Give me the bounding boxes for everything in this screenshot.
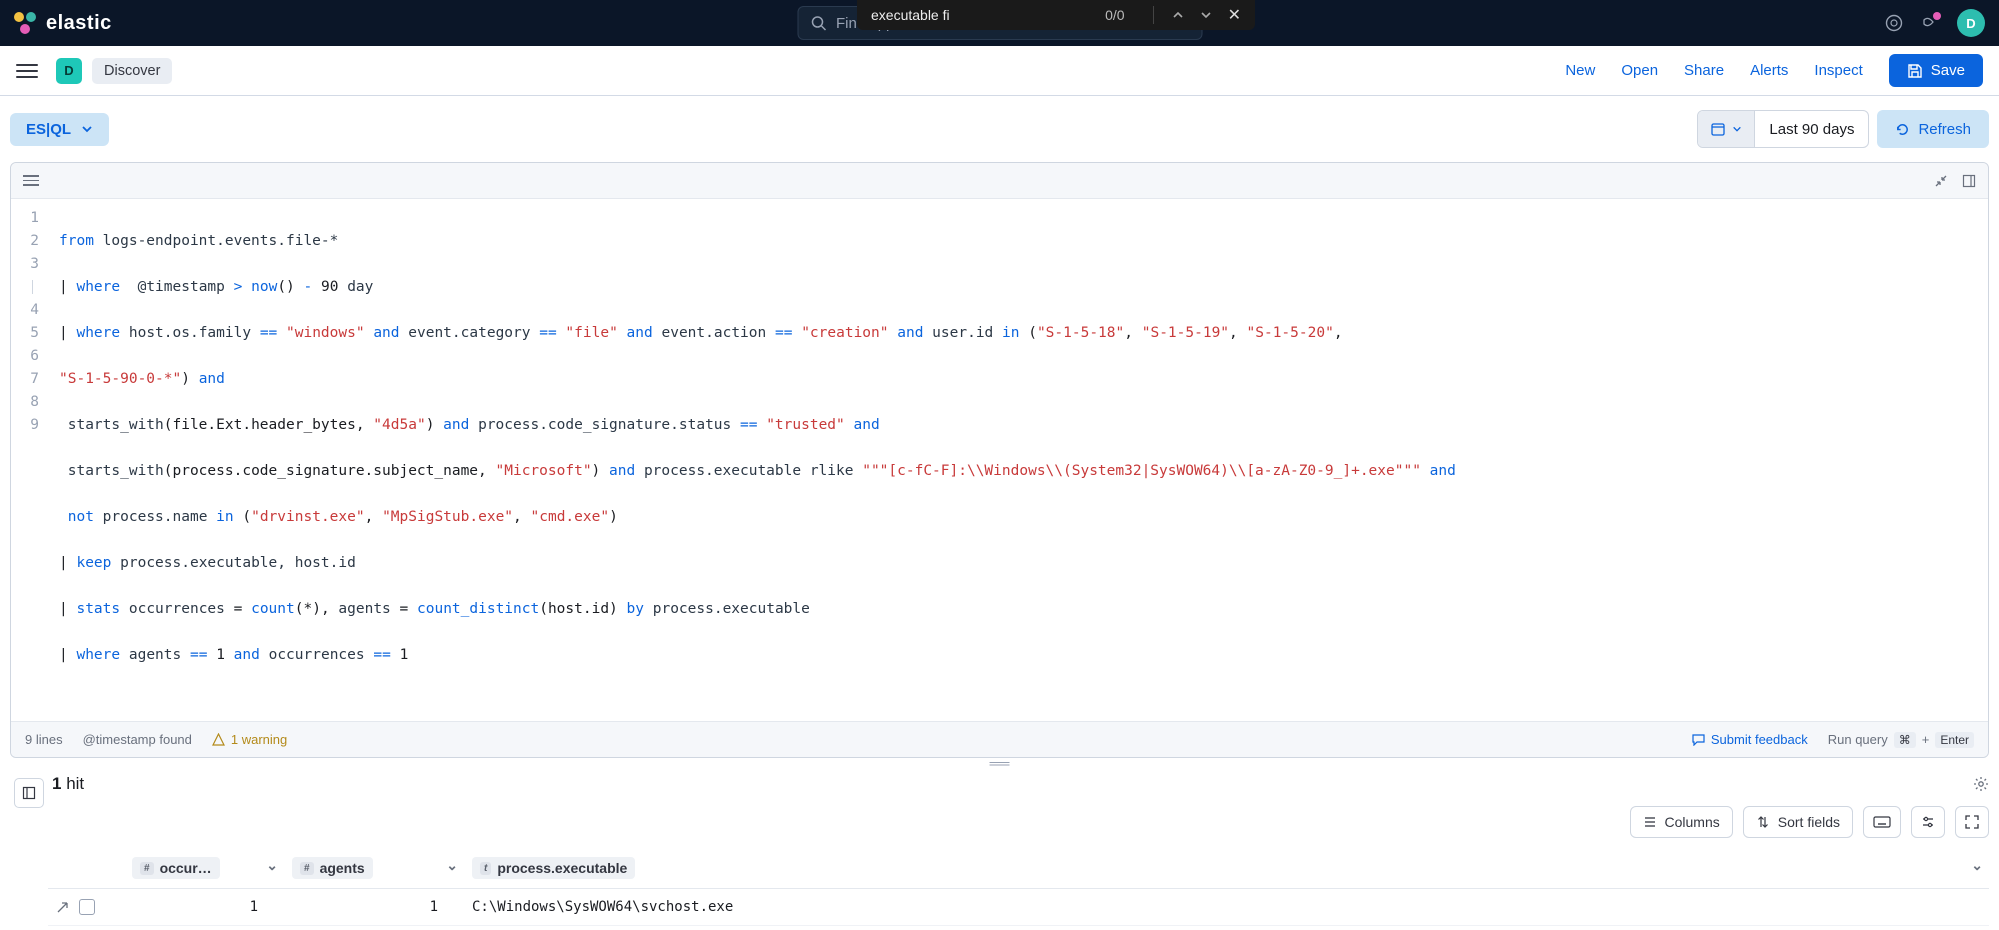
- th-process-executable[interactable]: tprocess.executable ⌄: [464, 848, 1989, 889]
- code-area[interactable]: 1 2 3 4 5 6 7 8 9 from logs-endpoint.eve…: [11, 199, 1988, 721]
- kbd-cmd: ⌘: [1894, 732, 1916, 748]
- sort-button[interactable]: Sort fields: [1743, 806, 1853, 838]
- expand-row-icon[interactable]: [56, 901, 69, 914]
- hits-row: 1 hit: [52, 774, 1989, 794]
- language-select[interactable]: ES|QL: [10, 113, 109, 146]
- breadcrumb[interactable]: Discover: [92, 58, 172, 84]
- density-button[interactable]: [1863, 806, 1901, 838]
- refresh-label: Refresh: [1918, 121, 1971, 138]
- inspect-link[interactable]: Inspect: [1814, 62, 1862, 79]
- line-gutter: 1 2 3 4 5 6 7 8 9: [11, 199, 49, 721]
- table-row[interactable]: 1 1 C:\Windows\SysWOW64\svchost.exe: [48, 889, 1989, 926]
- find-count: 0/0: [1105, 7, 1124, 23]
- editor-topbar: [11, 163, 1988, 199]
- warning-icon: [212, 733, 225, 746]
- save-label: Save: [1931, 62, 1965, 79]
- list-icon: [1643, 815, 1657, 829]
- find-next-icon[interactable]: [1200, 9, 1212, 21]
- header-right: D: [1885, 9, 1985, 37]
- find-input[interactable]: executable fi: [871, 7, 1105, 23]
- find-divider: [1153, 6, 1154, 24]
- open-link[interactable]: Open: [1621, 62, 1658, 79]
- alerts-link[interactable]: Alerts: [1750, 62, 1788, 79]
- query-editor: 1 2 3 4 5 6 7 8 9 from logs-endpoint.eve…: [10, 162, 1989, 758]
- language-label: ES|QL: [26, 121, 71, 138]
- cell-agents: 1: [284, 889, 464, 926]
- announce-icon[interactable]: [1921, 14, 1939, 32]
- row-checkbox[interactable]: [79, 899, 95, 915]
- sort-icon: [1756, 815, 1770, 829]
- results-table: #occur… ⌄ #agents ⌄ tprocess.executable …: [48, 848, 1989, 926]
- refresh-button[interactable]: Refresh: [1877, 110, 1989, 148]
- fullscreen-icon: [1965, 815, 1979, 829]
- brand-logo[interactable]: elastic: [14, 12, 112, 35]
- user-avatar[interactable]: D: [1957, 9, 1985, 37]
- brand-text: elastic: [46, 12, 112, 35]
- timestamp-status: @timestamp found: [83, 732, 192, 747]
- chevron-down-icon: [81, 123, 93, 135]
- editor-topbar-right: [1934, 174, 1976, 188]
- cell-occurrences: 1: [124, 889, 284, 926]
- chevron-down-icon[interactable]: ⌄: [446, 857, 458, 874]
- fullscreen-button[interactable]: [1955, 806, 1989, 838]
- th-occurrences[interactable]: #occur… ⌄: [124, 848, 284, 889]
- settings-icon[interactable]: [1973, 776, 1989, 792]
- subheader-actions: New Open Share Alerts Inspect Save: [1565, 54, 1983, 87]
- results-main: 1 hit Columns Sort fields: [48, 770, 1989, 926]
- toolbar-right: Last 90 days Refresh: [1697, 110, 1989, 148]
- chevron-down-icon[interactable]: ⌄: [266, 857, 278, 874]
- kbd-enter: Enter: [1935, 732, 1974, 748]
- notification-dot: [1933, 12, 1941, 20]
- browser-find-bar: executable fi 0/0 ✕: [857, 0, 1255, 30]
- chevron-down-icon: [1732, 124, 1742, 134]
- date-picker[interactable]: Last 90 days: [1697, 110, 1869, 148]
- hits-count: 1 hit: [52, 774, 84, 794]
- fields-sidebar-toggle-area: [10, 770, 48, 926]
- sliders-icon: [1921, 815, 1935, 829]
- save-icon: [1907, 63, 1923, 79]
- share-link[interactable]: Share: [1684, 62, 1724, 79]
- lines-count: 9 lines: [25, 732, 63, 747]
- display-options-button[interactable]: [1911, 806, 1945, 838]
- chevron-down-icon[interactable]: ⌄: [1971, 857, 1983, 874]
- columns-button[interactable]: Columns: [1630, 806, 1733, 838]
- find-prev-icon[interactable]: [1172, 9, 1184, 21]
- layout-icon[interactable]: [1962, 174, 1976, 188]
- help-icon[interactable]: [1885, 14, 1903, 32]
- app-badge[interactable]: D: [56, 58, 82, 84]
- run-query-hint: Run query ⌘ + Enter: [1828, 732, 1974, 748]
- find-close-icon[interactable]: ✕: [1228, 5, 1241, 25]
- collapse-icon[interactable]: [1934, 174, 1948, 188]
- th-agents[interactable]: #agents ⌄: [284, 848, 464, 889]
- refresh-icon: [1895, 122, 1910, 137]
- keyboard-icon: [1873, 816, 1891, 828]
- fields-toggle-button[interactable]: [14, 778, 44, 808]
- query-toolbar: ES|QL Last 90 days Refresh: [0, 96, 1999, 162]
- save-button[interactable]: Save: [1889, 54, 1983, 87]
- results-tools: Columns Sort fields: [48, 806, 1989, 838]
- submit-feedback-link[interactable]: Submit feedback: [1692, 732, 1808, 747]
- code-lines[interactable]: from logs-endpoint.events.file-* | where…: [49, 199, 1988, 721]
- logo-icon: [14, 12, 36, 34]
- editor-menu-icon[interactable]: [23, 175, 39, 186]
- chat-icon: [1692, 733, 1705, 746]
- global-header: elastic Find apps, content, and more. ex…: [0, 0, 1999, 46]
- app-subheader: D Discover New Open Share Alerts Inspect…: [0, 46, 1999, 96]
- panel-icon: [22, 786, 36, 800]
- nav-menu-icon[interactable]: [16, 64, 38, 78]
- new-link[interactable]: New: [1565, 62, 1595, 79]
- cell-executable: C:\Windows\SysWOW64\svchost.exe: [464, 889, 1989, 926]
- search-icon: [810, 15, 826, 31]
- resize-handle[interactable]: ══: [0, 758, 1999, 768]
- warning-status[interactable]: 1 warning: [212, 732, 287, 747]
- date-text: Last 90 days: [1755, 121, 1868, 138]
- th-controls: [48, 848, 124, 889]
- editor-footer: 9 lines @timestamp found 1 warning Submi…: [11, 721, 1988, 757]
- date-quick-icon[interactable]: [1698, 111, 1755, 147]
- results-area: 1 hit Columns Sort fields: [10, 770, 1989, 926]
- calendar-icon: [1710, 121, 1726, 137]
